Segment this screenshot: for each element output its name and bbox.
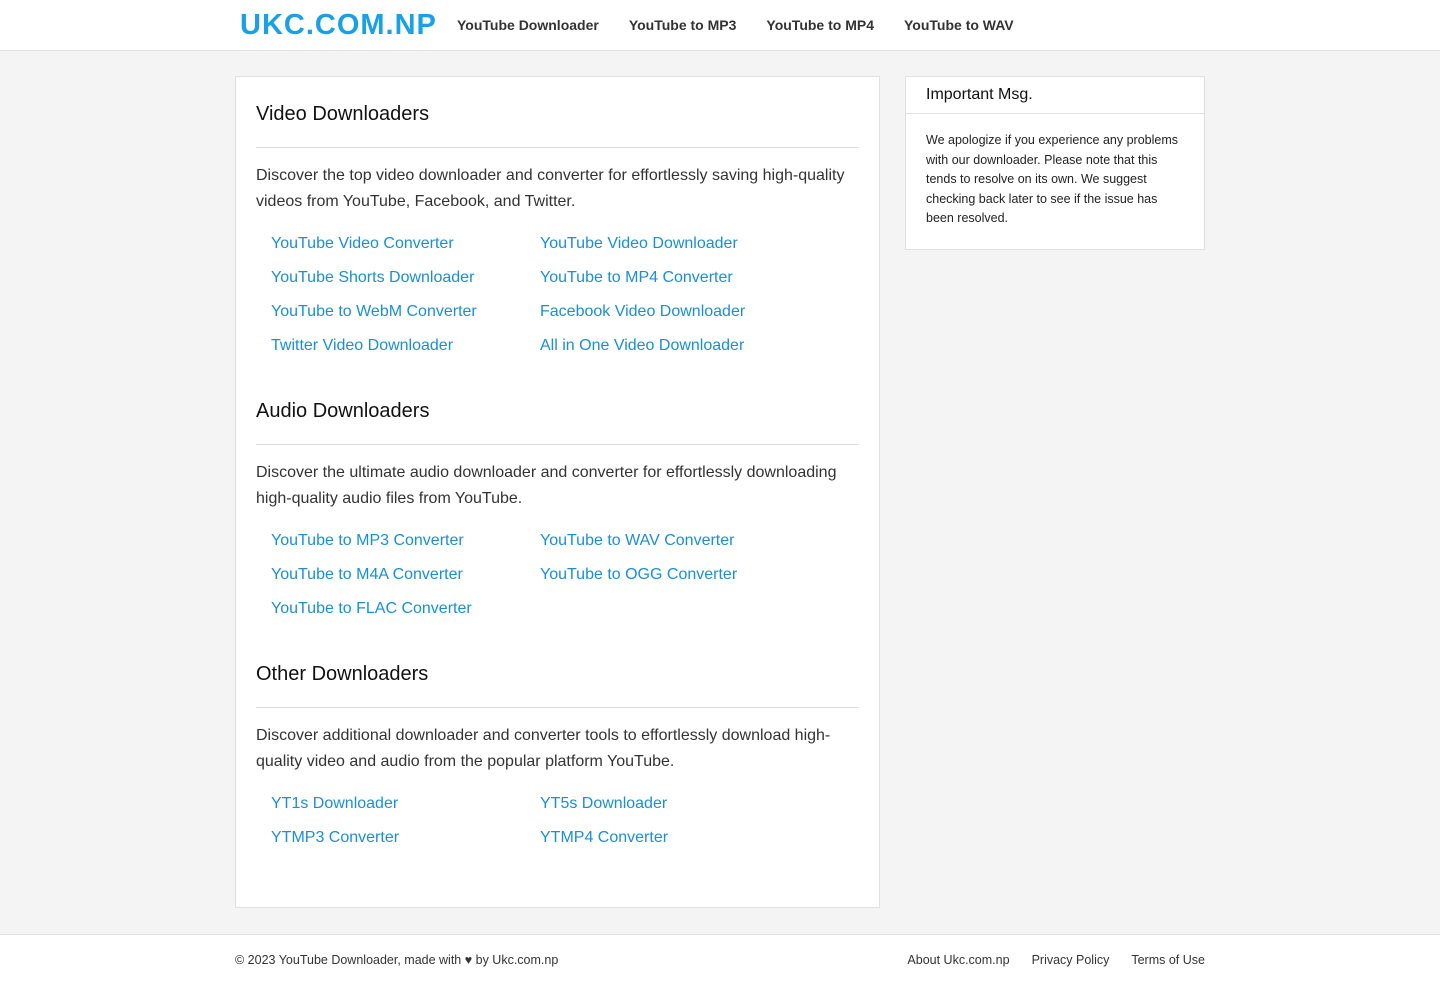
link-yt1s-downloader[interactable]: YT1s Downloader	[271, 787, 540, 821]
site-footer: © 2023 YouTube Downloader, made with ♥ b…	[0, 934, 1440, 985]
link-youtube-to-mp4-converter[interactable]: YouTube to MP4 Converter	[540, 261, 840, 295]
important-message-text: We apologize if you experience any probl…	[926, 133, 1178, 225]
link-youtube-to-ogg-converter[interactable]: YouTube to OGG Converter	[540, 558, 840, 592]
footer-link-terms-of-use[interactable]: Terms of Use	[1131, 951, 1205, 969]
section-title: Other Downloaders	[256, 663, 429, 685]
link-youtube-shorts-downloader[interactable]: YouTube Shorts Downloader	[271, 261, 540, 295]
section-title: Audio Downloaders	[256, 400, 430, 422]
link-grid: YouTube to MP3 Converter YouTube to WAV …	[271, 524, 859, 626]
footer-link-about[interactable]: About Ukc.com.np	[907, 951, 1009, 969]
footer-link-privacy-policy[interactable]: Privacy Policy	[1032, 951, 1110, 969]
nav-youtube-downloader[interactable]: YouTube Downloader	[457, 0, 599, 50]
link-youtube-video-downloader[interactable]: YouTube Video Downloader	[540, 227, 840, 261]
important-message-card: Important Msg. We apologize if you exper…	[905, 76, 1205, 250]
link-youtube-to-mp3-converter[interactable]: YouTube to MP3 Converter	[271, 524, 540, 558]
link-grid: YouTube Video Converter YouTube Video Do…	[271, 227, 859, 363]
link-youtube-video-converter[interactable]: YouTube Video Converter	[271, 227, 540, 261]
link-youtube-to-m4a-converter[interactable]: YouTube to M4A Converter	[271, 558, 540, 592]
link-youtube-to-flac-converter[interactable]: YouTube to FLAC Converter	[271, 592, 540, 626]
section-description: Discover the ultimate audio downloader a…	[256, 464, 837, 507]
site-header: UKC.COM.NP YouTube Downloader YouTube to…	[0, 0, 1440, 51]
main-nav: YouTube Downloader YouTube to MP3 YouTub…	[457, 0, 1044, 50]
site-logo[interactable]: UKC.COM.NP	[240, 8, 437, 42]
link-youtube-to-wav-converter[interactable]: YouTube to WAV Converter	[540, 524, 840, 558]
link-yt5s-downloader[interactable]: YT5s Downloader	[540, 787, 840, 821]
important-message-title: Important Msg.	[906, 77, 1204, 114]
link-twitter-video-downloader[interactable]: Twitter Video Downloader	[271, 329, 540, 363]
section-description: Discover additional downloader and conve…	[256, 727, 831, 770]
downloaders-card: Video Downloaders Discover the top video…	[235, 76, 880, 908]
copyright-text: © 2023 YouTube Downloader, made with ♥ b…	[235, 953, 559, 967]
link-ytmp4-converter[interactable]: YTMP4 Converter	[540, 821, 840, 855]
section-title: Video Downloaders	[256, 103, 430, 125]
link-all-in-one-video-downloader[interactable]: All in One Video Downloader	[540, 329, 840, 363]
link-ytmp3-converter[interactable]: YTMP3 Converter	[271, 821, 540, 855]
section-description: Discover the top video downloader and co…	[256, 167, 845, 210]
link-facebook-video-downloader[interactable]: Facebook Video Downloader	[540, 295, 840, 329]
nav-youtube-to-wav[interactable]: YouTube to WAV	[904, 0, 1014, 50]
nav-youtube-to-mp4[interactable]: YouTube to MP4	[766, 0, 874, 50]
section-divider	[256, 707, 859, 708]
section-divider	[256, 444, 859, 445]
section-other-downloaders: Other Downloaders Discover additional do…	[256, 659, 859, 855]
nav-youtube-to-mp3[interactable]: YouTube to MP3	[629, 0, 737, 50]
section-divider	[256, 147, 859, 148]
section-audio-downloaders: Audio Downloaders Discover the ultimate …	[256, 396, 859, 626]
footer-links: About Ukc.com.np Privacy Policy Terms of…	[885, 951, 1205, 969]
link-grid: YT1s Downloader YT5s Downloader YTMP3 Co…	[271, 787, 859, 855]
link-youtube-to-webm-converter[interactable]: YouTube to WebM Converter	[271, 295, 540, 329]
section-video-downloaders: Video Downloaders Discover the top video…	[256, 99, 859, 363]
